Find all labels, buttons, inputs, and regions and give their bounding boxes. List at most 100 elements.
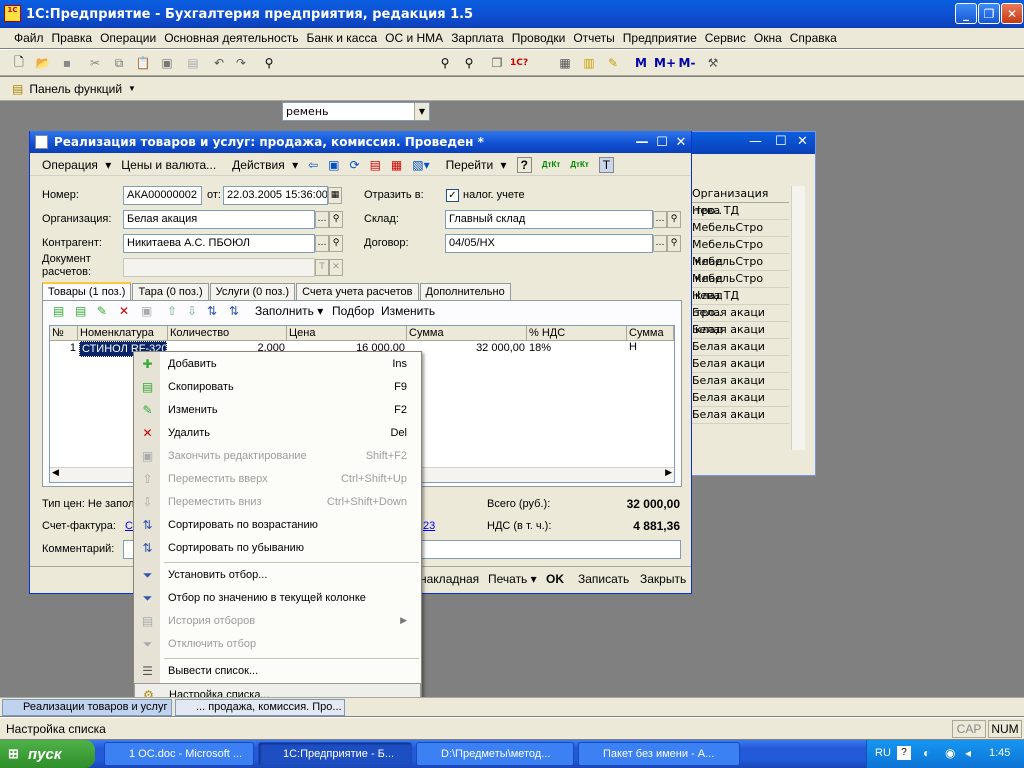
help-1c-icon[interactable]: 1C? xyxy=(510,54,528,72)
maximize-icon[interactable]: ☐ xyxy=(654,134,670,150)
new-document-icon[interactable]: 🗋 xyxy=(10,54,28,72)
select-button[interactable]: … xyxy=(653,211,667,228)
network-icon[interactable]: ◐ xyxy=(923,746,930,760)
chevron-down-icon[interactable]: ▼ xyxy=(414,103,429,120)
redo-icon[interactable]: ↷ xyxy=(232,54,250,72)
cell-num[interactable]: 1 xyxy=(50,341,76,357)
menu-windows[interactable]: Окна xyxy=(754,31,782,45)
menu-item-sort-desc[interactable]: ⇅ Сортировать по убыванию xyxy=(134,537,421,560)
contract-field[interactable]: 04/05/НХ xyxy=(445,234,653,253)
waybill-button[interactable]: накладная xyxy=(420,572,479,586)
edit-row-icon[interactable]: ✎ xyxy=(97,304,107,318)
org-field[interactable]: Белая акация xyxy=(123,210,315,229)
memory-button-m-minus[interactable]: М- xyxy=(676,54,698,72)
add-row-icon[interactable]: ▤ xyxy=(53,304,64,318)
menu-help[interactable]: Справка xyxy=(790,31,837,45)
list-item[interactable]: Белая акаци xyxy=(689,356,789,373)
post-icon[interactable]: ▤ xyxy=(370,158,381,172)
list-item[interactable]: Белая акаци xyxy=(689,390,789,407)
select-button[interactable]: … xyxy=(315,211,329,228)
language-indicator[interactable]: RU xyxy=(875,747,891,759)
menu-item-sort-asc[interactable]: ⇅ Сортировать по возрастанию xyxy=(134,514,421,537)
menu-item-filter-by-value[interactable]: ⏷ Отбор по значению в текущей колонке xyxy=(134,587,421,610)
pick-button[interactable]: Подбор xyxy=(332,304,374,318)
find-prev-icon[interactable]: ⚲ xyxy=(460,54,478,72)
copy-icon[interactable]: ⧉ xyxy=(110,54,128,72)
col-header-vat[interactable]: % НДС xyxy=(527,326,627,341)
menu-salary[interactable]: Зарплата xyxy=(451,31,504,45)
messages-icon[interactable]: ✎ xyxy=(604,54,622,72)
search-icon[interactable]: ⚲ xyxy=(329,235,343,252)
task-package[interactable]: Пакет без имени - А... xyxy=(578,742,740,766)
tab-additional[interactable]: Дополнительно xyxy=(419,283,511,301)
menu-file[interactable]: Файл xyxy=(14,31,44,45)
number-field[interactable]: АКА00000002 xyxy=(123,186,202,205)
menu-main-activity[interactable]: Основная деятельность xyxy=(164,31,298,45)
scroll-left-icon[interactable]: ◀ xyxy=(52,468,59,478)
journal-scrollbar[interactable] xyxy=(791,186,805,450)
move-up-icon[interactable]: ⇧ xyxy=(167,304,177,318)
col-header-sum[interactable]: Сумма xyxy=(407,326,527,341)
list-item[interactable]: Белая акаци xyxy=(689,407,789,424)
refresh-icon[interactable]: ⟳ xyxy=(350,158,360,172)
print-menu[interactable]: Печать ▾ xyxy=(488,572,537,586)
search-icon[interactable]: ⚲ xyxy=(667,235,681,252)
dt-kt-tax-icon[interactable]: ДтКт xyxy=(570,160,588,169)
structure-icon[interactable]: T xyxy=(598,156,615,173)
ok-button[interactable]: OK xyxy=(546,572,564,586)
date-field[interactable]: 22.03.2005 15:36:00 xyxy=(223,186,328,205)
calculator-icon[interactable]: ▦ xyxy=(556,54,574,72)
minimize-icon[interactable]: — xyxy=(749,134,762,149)
cell-vat[interactable]: 18% xyxy=(529,341,627,357)
col-header-item[interactable]: Номенклатура xyxy=(78,326,168,341)
based-on-icon[interactable]: ▧▾ xyxy=(412,158,429,172)
search-icon[interactable]: ⚲ xyxy=(329,211,343,228)
goto-menu[interactable]: Перейти ▾ xyxy=(440,158,507,172)
menu-item-set-filter[interactable]: ⏷ Установить отбор... xyxy=(134,564,421,587)
unpost-icon[interactable]: ▦ xyxy=(391,158,402,172)
contractor-field[interactable]: Никитаева А.С. ПБОЮЛ xyxy=(123,234,315,253)
search-combo[interactable]: ремень ▼ xyxy=(282,102,430,121)
move-down-icon[interactable]: ⇩ xyxy=(187,304,197,318)
start-button[interactable]: ⊞ пуск xyxy=(0,740,95,768)
chevron-down-icon[interactable]: ▼ xyxy=(128,84,136,93)
invoice-link-tail[interactable]: 23 xyxy=(423,520,435,532)
sort-asc-icon[interactable]: ⇅ xyxy=(207,304,217,318)
delete-icon[interactable]: ▣ xyxy=(158,54,176,72)
close-icon[interactable]: ✕ xyxy=(673,134,689,150)
cut-icon[interactable]: ✂ xyxy=(86,54,104,72)
fill-menu[interactable]: Заполнить ▾ xyxy=(255,304,323,318)
memory-button-m[interactable]: М xyxy=(632,54,650,72)
tab-services[interactable]: Услуги (0 поз.) xyxy=(209,283,296,301)
select-button[interactable]: … xyxy=(315,235,329,252)
operation-menu[interactable]: Операция ▾ xyxy=(36,158,111,172)
menu-assets[interactable]: ОС и НМА xyxy=(385,31,443,45)
window-tab-document[interactable]: ... продажа, комиссия. Про... xyxy=(175,699,345,716)
menu-item-add[interactable]: ✚ Добавить Ins xyxy=(134,353,421,376)
tab-accounts[interactable]: Счета учета расчетов xyxy=(296,283,419,301)
paste-special-icon[interactable]: ▤ xyxy=(184,54,202,72)
journal-col-header[interactable]: Организация xyxy=(689,186,789,203)
menu-reports[interactable]: Отчеты xyxy=(573,31,614,45)
find-next-icon[interactable]: ⚲ xyxy=(436,54,454,72)
menu-enterprise[interactable]: Предприятие xyxy=(623,31,697,45)
col-header-qty[interactable]: Количество xyxy=(168,326,287,341)
cell-vat-sum[interactable] xyxy=(629,341,674,357)
prices-button[interactable]: Цены и валюта... xyxy=(121,158,216,172)
arrow-left-icon[interactable]: ⇦ xyxy=(308,158,318,172)
memory-button-m-plus[interactable]: М+ xyxy=(654,54,676,72)
undo-icon[interactable]: ↶ xyxy=(210,54,228,72)
menu-item-copy[interactable]: ▤ Скопировать F9 xyxy=(134,376,421,399)
entries-icon[interactable]: ▣ xyxy=(328,158,339,172)
menu-entries[interactable]: Проводки xyxy=(512,31,566,45)
scroll-right-icon[interactable]: ▶ xyxy=(665,468,672,478)
select-button[interactable]: … xyxy=(653,235,667,252)
menu-bank[interactable]: Банк и касса xyxy=(306,31,377,45)
open-folder-icon[interactable]: 📂 xyxy=(34,54,52,72)
close-button[interactable]: Закрыть xyxy=(640,572,686,586)
change-button[interactable]: Изменить xyxy=(381,304,435,318)
document-titlebar[interactable]: Реализация товаров и услуг: продажа, ком… xyxy=(30,131,691,153)
menu-item-output-list[interactable]: ☰ Вывести список... xyxy=(134,660,421,683)
menu-operations[interactable]: Операции xyxy=(100,31,156,45)
menu-edit[interactable]: Правка xyxy=(52,31,93,45)
